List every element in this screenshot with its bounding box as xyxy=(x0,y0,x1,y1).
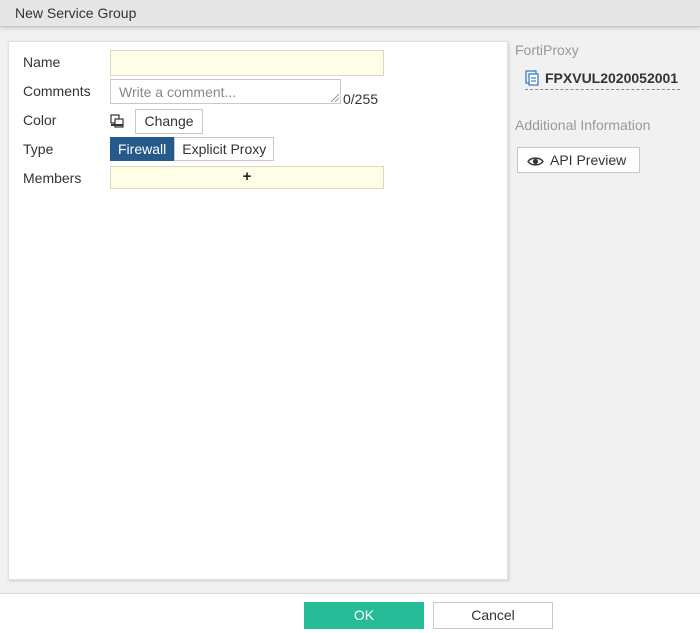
api-preview-button[interactable]: API Preview xyxy=(517,147,640,173)
name-input[interactable] xyxy=(110,50,384,76)
api-preview-label: API Preview xyxy=(550,152,627,168)
members-add-field[interactable]: + xyxy=(110,166,384,189)
eye-icon xyxy=(527,157,544,166)
name-label: Name xyxy=(23,54,61,70)
ok-button[interactable]: OK xyxy=(304,602,424,629)
device-name: FPXVUL2020052001 xyxy=(545,70,679,86)
change-color-button[interactable]: Change xyxy=(135,109,203,134)
type-option-explicit-proxy[interactable]: Explicit Proxy xyxy=(174,137,275,161)
type-selector: Firewall Explicit Proxy xyxy=(110,137,275,161)
device-link[interactable]: FPXVUL2020052001 xyxy=(525,70,681,90)
color-swatch-icon xyxy=(110,114,124,128)
additional-info-title: Additional Information xyxy=(515,117,651,133)
device-icon xyxy=(525,70,539,86)
type-label: Type xyxy=(23,141,54,157)
comments-label: Comments xyxy=(23,83,91,99)
type-option-firewall[interactable]: Firewall xyxy=(110,137,175,161)
members-label: Members xyxy=(23,170,82,186)
product-title: FortiProxy xyxy=(515,42,579,58)
color-label: Color xyxy=(23,112,57,128)
cancel-button[interactable]: Cancel xyxy=(433,602,553,629)
form-panel: Name Comments Write a comment... 0/255 C… xyxy=(8,41,508,580)
dialog-title: New Service Group xyxy=(0,0,700,27)
resize-grip-icon[interactable] xyxy=(331,94,339,102)
comments-counter: 0/255 xyxy=(343,91,379,107)
comments-textarea[interactable]: Write a comment... xyxy=(110,79,341,104)
dialog-footer: OK Cancel xyxy=(0,593,700,633)
